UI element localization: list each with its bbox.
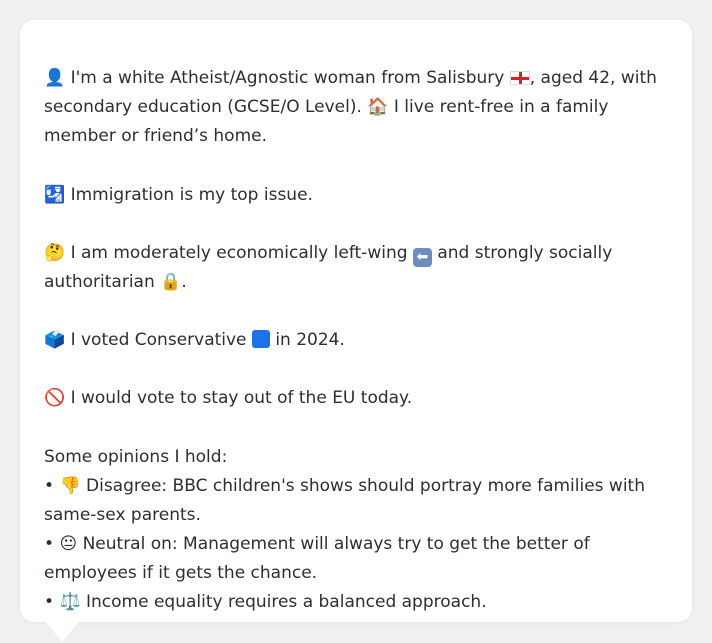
thumbs-down-icon: 👎	[59, 476, 81, 496]
ideology-text-1: I am moderately economically left-wing	[70, 243, 408, 263]
lock-icon: 🔒	[160, 272, 182, 292]
bullet: •	[44, 592, 55, 612]
opinion-text: Neutral on: Management will always try t…	[44, 534, 590, 583]
neutral-face-icon: 😐	[59, 534, 78, 554]
person-icon: 👤	[44, 68, 66, 88]
blue-square-icon	[251, 330, 270, 348]
intro-text-1: I'm a white Atheist/Agnostic woman from …	[70, 68, 505, 88]
vote-paragraph: 🗳️ I voted Conservative in 2024.	[44, 326, 668, 355]
ideology-text-3: .	[181, 272, 187, 292]
thinking-face-icon: 🤔	[44, 243, 66, 263]
england-flag-icon	[509, 71, 530, 85]
opinion-text: Disagree: BBC children's shows should po…	[44, 476, 645, 525]
profile-card: 👤 I'm a white Atheist/Agnostic woman fro…	[20, 20, 692, 622]
opinion-text: Income equality requires a balanced appr…	[86, 592, 487, 612]
prohibited-icon: 🚫	[44, 388, 66, 408]
ideology-paragraph: 🤔 I am moderately economically left-wing…	[44, 239, 668, 297]
ballot-box-icon: 🗳️	[44, 330, 66, 350]
bullet: •	[44, 476, 55, 496]
speech-bubble-tail	[44, 620, 80, 642]
passport-control-icon: 🛂	[44, 185, 66, 205]
opinion-item: • 👎 Disagree: BBC children's shows shoul…	[44, 472, 668, 530]
opinion-item: • 😐 Neutral on: Management will always t…	[44, 530, 668, 588]
left-arrow-icon: ⬅	[412, 248, 432, 267]
bullet: •	[44, 534, 55, 554]
top-issue-text: Immigration is my top issue.	[70, 185, 313, 205]
eu-text: I would vote to stay out of the EU today…	[70, 388, 413, 408]
house-icon: 🏠	[367, 97, 389, 117]
vote-text-1: I voted Conservative	[70, 330, 247, 350]
top-issue-paragraph: 🛂 Immigration is my top issue.	[44, 181, 668, 210]
vote-text-2: in 2024.	[275, 330, 345, 350]
intro-paragraph: 👤 I'm a white Atheist/Agnostic woman fro…	[44, 64, 668, 151]
opinion-item: • ⚖️ Income equality requires a balanced…	[44, 588, 668, 617]
opinions-heading: Some opinions I hold:	[44, 447, 228, 467]
balance-scale-icon: ⚖️	[59, 592, 81, 612]
eu-paragraph: 🚫 I would vote to stay out of the EU tod…	[44, 384, 668, 413]
